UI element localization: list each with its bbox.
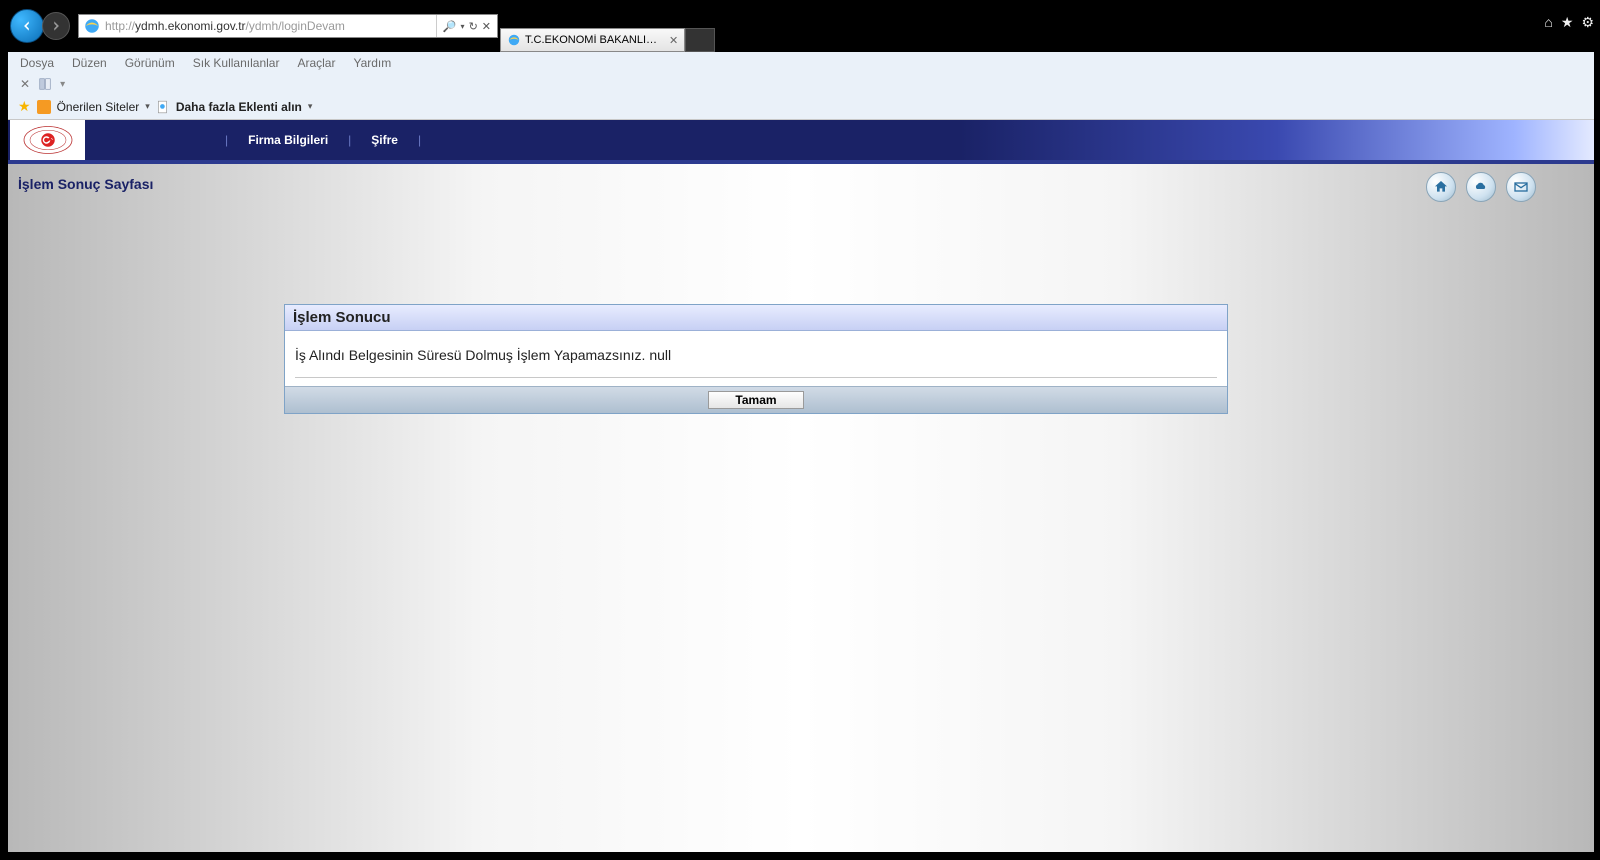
dialog-body: İş Alındı Belgesinin Süresü Dolmuş İşlem…: [285, 331, 1227, 386]
cloud-page-icon[interactable]: [1466, 172, 1496, 202]
forward-button: [42, 12, 70, 40]
get-addons-link[interactable]: Daha fazla Eklenti alın: [176, 100, 302, 114]
search-icon[interactable]: 🔎: [443, 20, 457, 33]
tab-close-icon[interactable]: ✕: [669, 34, 678, 47]
favorites-bar: ★ Önerilen Siteler ▾ Daha fazla Eklenti …: [8, 94, 1594, 120]
page-title: İşlem Sonuç Sayfası: [16, 172, 155, 196]
tab-strip: T.C.EKONOMİ BAKANLIĞI -... ✕: [500, 0, 715, 52]
page-action-icons: [1426, 172, 1586, 202]
address-bar[interactable]: http://ydmh.ekonomi.gov.tr/ydmh/loginDev…: [78, 14, 498, 38]
dialog-header: İşlem Sonucu: [285, 305, 1227, 331]
suggested-dropdown-icon[interactable]: ▾: [145, 101, 150, 112]
refresh-icon[interactable]: ↻: [469, 20, 478, 33]
app-menu: | Firma Bilgileri | Şifre |: [225, 133, 421, 147]
nav-buttons: [10, 9, 70, 43]
address-text: http://ydmh.ekonomi.gov.tr/ydmh/loginDev…: [105, 19, 436, 33]
page-icon: [156, 100, 170, 114]
menu-view[interactable]: Görünüm: [125, 56, 175, 70]
dialog-divider: [295, 377, 1217, 378]
close-toolbar-icon[interactable]: ✕: [20, 77, 30, 91]
page-body: İşlem Sonuç Sayfası İşlem Sonucu İş Alın…: [8, 164, 1594, 854]
dialog-footer: Tamam: [285, 386, 1227, 413]
compat-view-icon[interactable]: [38, 77, 52, 91]
mail-page-icon[interactable]: [1506, 172, 1536, 202]
home-page-icon[interactable]: [1426, 172, 1456, 202]
result-dialog: İşlem Sonucu İş Alındı Belgesinin Süresü…: [284, 304, 1228, 414]
new-tab-button[interactable]: [685, 28, 715, 52]
browser-tab[interactable]: T.C.EKONOMİ BAKANLIĞI -... ✕: [500, 28, 685, 52]
suggested-sites-link[interactable]: Önerilen Siteler: [57, 100, 140, 114]
app-header: | Firma Bilgileri | Şifre |: [8, 120, 1594, 164]
ok-button[interactable]: Tamam: [708, 391, 804, 409]
ie-favicon-icon: [83, 17, 101, 35]
address-right-controls: 🔎 ▾ ↻ ✕: [436, 15, 497, 37]
window-frame: [0, 52, 8, 860]
browser-menubar: Dosya Düzen Görünüm Sık Kullanılanlar Ar…: [8, 52, 1594, 74]
search-dropdown-icon[interactable]: ▾: [461, 22, 465, 31]
back-button[interactable]: [10, 9, 44, 43]
menu-edit[interactable]: Düzen: [72, 56, 107, 70]
menu-sifre[interactable]: Şifre: [371, 133, 398, 147]
window-frame: [1594, 52, 1600, 860]
compat-dropdown-icon[interactable]: ▾: [60, 79, 65, 90]
app-logo: [10, 120, 85, 160]
command-bar: ✕ ▾: [8, 74, 1594, 94]
menu-tools[interactable]: Araçlar: [297, 56, 335, 70]
add-favorite-icon[interactable]: ★: [18, 98, 31, 115]
suggested-sites-icon: [37, 100, 51, 114]
tools-icon[interactable]: ⚙: [1581, 14, 1594, 31]
home-icon[interactable]: ⌂: [1544, 14, 1552, 31]
menu-firma-bilgileri[interactable]: Firma Bilgileri: [248, 133, 328, 147]
browser-titlebar: http://ydmh.ekonomi.gov.tr/ydmh/loginDev…: [0, 0, 1600, 52]
addons-dropdown-icon[interactable]: ▾: [308, 101, 313, 112]
favorites-icon[interactable]: ★: [1561, 14, 1574, 31]
stop-icon[interactable]: ✕: [482, 20, 491, 33]
window-frame: [0, 852, 1600, 860]
menu-favorites[interactable]: Sık Kullanılanlar: [193, 56, 280, 70]
menu-help[interactable]: Yardım: [353, 56, 391, 70]
tab-title: T.C.EKONOMİ BAKANLIĞI -...: [525, 34, 665, 46]
menu-file[interactable]: Dosya: [20, 56, 54, 70]
dialog-message: İş Alındı Belgesinin Süresü Dolmuş İşlem…: [295, 347, 1217, 363]
tab-favicon-icon: [507, 33, 521, 47]
titlebar-right-controls: ⌂ ★ ⚙: [1544, 14, 1594, 31]
